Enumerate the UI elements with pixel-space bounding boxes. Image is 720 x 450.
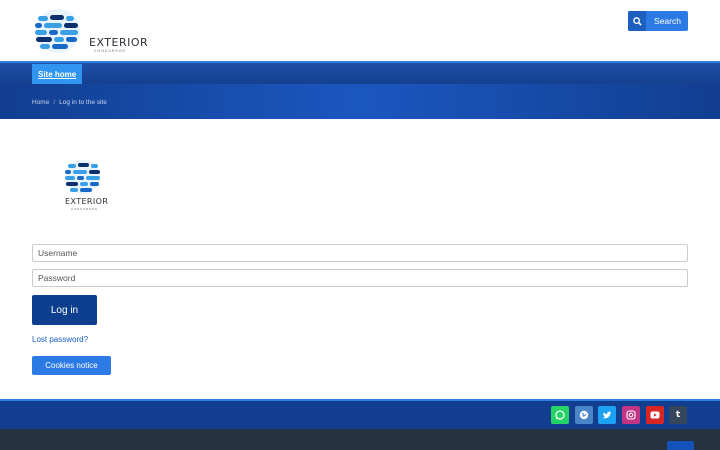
search-icon bbox=[628, 11, 646, 31]
twitter-icon[interactable] bbox=[598, 406, 616, 424]
page-header-band: Home / Log in to the site bbox=[0, 84, 720, 119]
tumblr-icon[interactable]: t bbox=[669, 406, 687, 424]
instagram-icon[interactable] bbox=[622, 406, 640, 424]
breadcrumb-separator: / bbox=[53, 99, 56, 106]
breadcrumb-home[interactable]: Home bbox=[32, 99, 49, 106]
globe-logo-icon bbox=[65, 160, 100, 194]
username-input[interactable] bbox=[32, 244, 688, 262]
primary-navigation: Site home bbox=[0, 61, 720, 85]
globe-icon[interactable] bbox=[575, 406, 593, 424]
search-label: Search bbox=[654, 16, 681, 26]
logo-subtext: CONCURSOS bbox=[94, 49, 126, 53]
search-button[interactable]: Search bbox=[628, 11, 688, 31]
nav-site-home[interactable]: Site home bbox=[32, 64, 83, 85]
back-to-top-button[interactable] bbox=[667, 441, 694, 450]
breadcrumb-current: Log in to the site bbox=[59, 99, 107, 106]
site-header: EXTERIOR CONCURSOS Search bbox=[0, 0, 720, 61]
lost-password-link[interactable]: Lost password? bbox=[32, 335, 88, 344]
globe-logo-icon bbox=[35, 9, 80, 53]
password-input[interactable] bbox=[32, 269, 688, 287]
footer-bottom bbox=[0, 429, 720, 450]
footer-social-bar: t bbox=[0, 399, 720, 429]
cookies-notice-button[interactable]: Cookies notice bbox=[32, 356, 111, 375]
logo-wordmark: EXTERIOR bbox=[89, 36, 149, 49]
login-logo-subtext: CONCURSOS bbox=[71, 207, 98, 211]
login-logo: EXTERIOR CONCURSOS bbox=[62, 158, 109, 212]
login-button[interactable]: Log in bbox=[32, 295, 97, 325]
breadcrumb: Home / Log in to the site bbox=[32, 99, 107, 106]
login-logo-wordmark: EXTERIOR bbox=[65, 197, 109, 206]
whatsapp-icon[interactable] bbox=[551, 406, 569, 424]
youtube-icon[interactable] bbox=[646, 406, 664, 424]
